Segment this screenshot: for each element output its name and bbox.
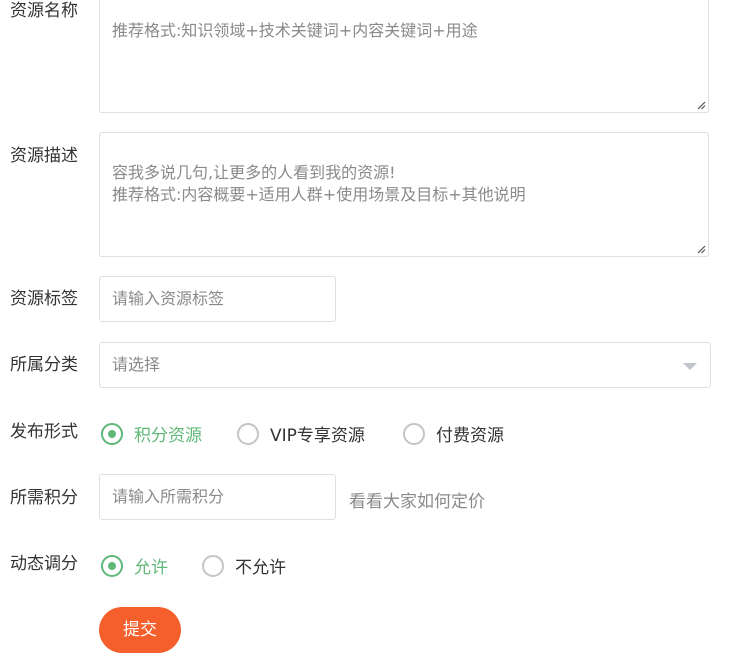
resource-tags-placeholder: 请输入资源标签 <box>112 289 225 308</box>
publish-type-vip-radio[interactable]: VIP专享资源 <box>237 421 365 446</box>
radio-checked-icon[interactable] <box>101 554 123 577</box>
resource-tags-input[interactable]: 请输入资源标签 <box>99 276 336 322</box>
publish-type-paid-radio[interactable]: 付费资源 <box>403 421 504 446</box>
radio-unchecked-icon[interactable] <box>202 554 224 577</box>
resource-name-label: 资源名称 <box>10 1 78 21</box>
radio-checked-icon[interactable] <box>101 422 123 445</box>
points-placeholder: 请输入所需积分 <box>112 487 225 506</box>
radio-unchecked-icon[interactable] <box>237 422 259 445</box>
dynamic-points-allow-radio[interactable]: 允许 <box>101 553 168 578</box>
publish-type-paid-text: 付费资源 <box>436 426 504 446</box>
resource-name-textarea[interactable]: 推荐格式:知识领域+技术关键词+内容关键词+用途 <box>99 0 709 113</box>
category-selected-value: 请选择 <box>112 355 161 374</box>
dynamic-points-allow-text: 允许 <box>134 558 168 578</box>
publish-type-points-radio[interactable]: 积分资源 <box>101 421 202 446</box>
resource-description-label: 资源描述 <box>10 146 78 166</box>
dynamic-points-disallow-radio[interactable]: 不允许 <box>202 553 286 578</box>
points-label: 所需积分 <box>10 488 78 508</box>
resize-grip-icon[interactable] <box>696 100 706 110</box>
publish-type-label: 发布形式 <box>10 422 78 442</box>
resource-description-placeholder: 容我多说几句,让更多的人看到我的资源! 推荐格式:内容概要+适用人群+使用场景及… <box>112 163 526 204</box>
resource-tags-label: 资源标签 <box>10 289 78 309</box>
pricing-hint-link[interactable]: 看看大家如何定价 <box>349 487 485 512</box>
dynamic-points-label: 动态调分 <box>10 554 78 574</box>
upload-resource-form: 资源名称 推荐格式:知识领域+技术关键词+内容关键词+用途 资源描述 容我多说几… <box>0 0 730 665</box>
resize-grip-icon[interactable] <box>696 244 706 254</box>
category-select[interactable]: 请选择 <box>99 342 711 388</box>
points-input[interactable]: 请输入所需积分 <box>99 474 336 520</box>
radio-unchecked-icon[interactable] <box>403 422 425 445</box>
resource-description-textarea[interactable]: 容我多说几句,让更多的人看到我的资源! 推荐格式:内容概要+适用人群+使用场景及… <box>99 132 709 257</box>
caret-down-icon <box>683 363 697 370</box>
dynamic-points-disallow-text: 不允许 <box>235 558 286 578</box>
category-label: 所属分类 <box>10 355 78 375</box>
publish-type-vip-text: VIP专享资源 <box>270 426 365 446</box>
submit-button[interactable]: 提交 <box>99 607 181 653</box>
resource-name-placeholder: 推荐格式:知识领域+技术关键词+内容关键词+用途 <box>112 21 478 40</box>
publish-type-points-text: 积分资源 <box>134 426 202 446</box>
